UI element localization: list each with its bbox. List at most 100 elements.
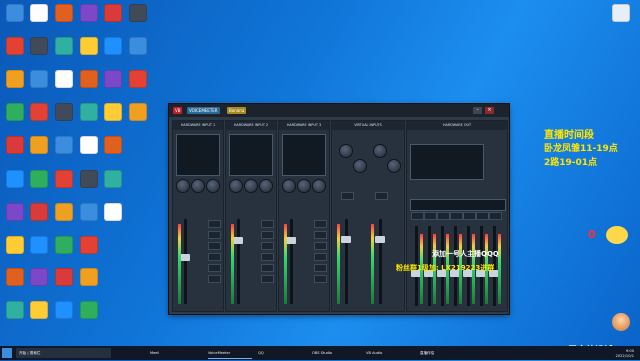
desktop-shortcut-icon[interactable] xyxy=(6,268,24,286)
search-box[interactable]: 开始 | 搜索栏 xyxy=(16,348,111,358)
desktop-shortcut-icon[interactable] xyxy=(129,70,147,88)
desktop-shortcut-icon[interactable] xyxy=(80,70,98,88)
bus-button[interactable] xyxy=(208,231,221,239)
bus-button[interactable] xyxy=(314,220,327,228)
volume-fader[interactable] xyxy=(375,236,385,243)
desktop-shortcut-icon[interactable] xyxy=(55,136,73,154)
desktop-shortcut-icon[interactable] xyxy=(30,170,48,188)
start-button[interactable] xyxy=(2,348,12,358)
comp-knob[interactable] xyxy=(191,179,205,193)
gain-knob[interactable] xyxy=(176,179,190,193)
master-bus-button[interactable] xyxy=(489,212,502,220)
taskbar-item-obs[interactable]: OBS Studio xyxy=(312,348,362,358)
taskbar-item-live[interactable]: 直播伴侣 xyxy=(420,348,470,358)
desktop-shortcut-icon[interactable] xyxy=(30,136,48,154)
desktop-shortcut-icon[interactable] xyxy=(129,103,147,121)
desktop-shortcut-icon[interactable] xyxy=(30,203,48,221)
desktop-shortcut-icon[interactable] xyxy=(6,37,24,55)
bus-button[interactable] xyxy=(208,264,221,272)
pan-knob[interactable] xyxy=(373,144,387,158)
desktop-shortcut-icon[interactable] xyxy=(80,268,98,286)
bus-button[interactable] xyxy=(208,253,221,261)
desktop-shortcut-icon[interactable] xyxy=(104,103,122,121)
eq-knob[interactable] xyxy=(387,159,401,173)
desktop-shortcut-icon[interactable] xyxy=(104,4,122,22)
bus-button[interactable] xyxy=(314,275,327,283)
bus-button[interactable] xyxy=(341,192,354,200)
eq-knob[interactable] xyxy=(353,159,367,173)
close-button[interactable]: × xyxy=(485,107,494,114)
desktop-shortcut-icon[interactable] xyxy=(30,103,48,121)
bus-button[interactable] xyxy=(208,275,221,283)
desktop-shortcut-icon[interactable] xyxy=(80,4,98,22)
bus-button[interactable] xyxy=(314,253,327,261)
minimize-button[interactable]: – xyxy=(473,107,482,114)
taskbar-item-voicemeeter[interactable]: VoiceMeeter xyxy=(208,348,252,359)
desktop-shortcut-icon[interactable] xyxy=(30,70,48,88)
desktop-shortcut-icon[interactable] xyxy=(6,103,24,121)
desktop-shortcut-icon[interactable] xyxy=(6,203,24,221)
desktop-shortcut-icon[interactable] xyxy=(80,37,98,55)
desktop-shortcut-icon[interactable] xyxy=(129,4,147,22)
master-bus-button[interactable] xyxy=(463,212,476,220)
gate-knob[interactable] xyxy=(206,179,220,193)
bus-button[interactable] xyxy=(261,242,274,250)
bus-button[interactable] xyxy=(261,264,274,272)
desktop-shortcut-icon[interactable] xyxy=(104,70,122,88)
taskbar-item-qq[interactable]: QQ xyxy=(258,348,308,358)
desktop-shortcut-icon[interactable] xyxy=(80,103,98,121)
pan-knob[interactable] xyxy=(339,144,353,158)
bus-button[interactable] xyxy=(314,242,327,250)
desktop-shortcut-icon[interactable] xyxy=(104,37,122,55)
bus-button[interactable] xyxy=(314,231,327,239)
taskbar-item-meet[interactable]: Meet xyxy=(150,348,184,358)
desktop-shortcut-icon[interactable] xyxy=(30,268,48,286)
bus-button[interactable] xyxy=(261,253,274,261)
desktop-shortcut-icon[interactable] xyxy=(55,103,73,121)
volume-fader[interactable] xyxy=(341,236,351,243)
gain-knob[interactable] xyxy=(282,179,296,193)
desktop-shortcut-icon[interactable] xyxy=(55,37,73,55)
volume-fader[interactable] xyxy=(180,254,190,261)
master-bus-button[interactable] xyxy=(437,212,450,220)
desktop-shortcut-icon[interactable] xyxy=(80,236,98,254)
bus-button[interactable] xyxy=(208,242,221,250)
desktop-shortcut-icon[interactable] xyxy=(104,203,122,221)
desktop-shortcut-icon[interactable] xyxy=(55,4,73,22)
bus-button[interactable] xyxy=(208,220,221,228)
gate-knob[interactable] xyxy=(259,179,273,193)
desktop-shortcut-icon[interactable] xyxy=(30,301,48,319)
gate-knob[interactable] xyxy=(312,179,326,193)
bus-button[interactable] xyxy=(375,192,388,200)
desktop-shortcut-icon[interactable] xyxy=(80,203,98,221)
volume-fader[interactable] xyxy=(286,237,296,244)
desktop-shortcut-icon[interactable] xyxy=(55,268,73,286)
desktop-shortcut-icon[interactable] xyxy=(6,170,24,188)
desktop-shortcut-icon[interactable] xyxy=(30,37,48,55)
comp-knob[interactable] xyxy=(297,179,311,193)
desktop-shortcut-icon[interactable] xyxy=(80,170,98,188)
desktop-shortcut-icon[interactable] xyxy=(80,301,98,319)
desktop-shortcut-icon[interactable] xyxy=(55,170,73,188)
desktop-shortcut-icon[interactable] xyxy=(55,203,73,221)
comp-knob[interactable] xyxy=(244,179,258,193)
master-bus-button[interactable] xyxy=(424,212,437,220)
voicemeeter-window[interactable]: VB VOICEMEETER Banana – × HARDWARE INPUT… xyxy=(169,104,509,314)
desktop-shortcut-icon[interactable] xyxy=(6,4,24,22)
taskbar[interactable]: 开始 | 搜索栏 Meet VoiceMeeter QQ OBS Studio … xyxy=(0,346,640,360)
desktop-shortcut-icon[interactable] xyxy=(30,236,48,254)
desktop-shortcut-icon[interactable] xyxy=(104,170,122,188)
recycle-bin-icon[interactable] xyxy=(612,4,630,22)
desktop-shortcut-icon[interactable] xyxy=(6,236,24,254)
master-bus-button[interactable] xyxy=(411,212,424,220)
volume-fader[interactable] xyxy=(233,237,243,244)
taskbar-item-vbaudio[interactable]: VB Audio xyxy=(366,348,416,358)
desktop-shortcut-icon[interactable] xyxy=(6,70,24,88)
bus-button[interactable] xyxy=(261,275,274,283)
desktop-shortcut-icon[interactable] xyxy=(30,4,48,22)
desktop-shortcut-icon[interactable] xyxy=(104,136,122,154)
mascot-icon[interactable] xyxy=(612,313,630,331)
mixer-titlebar[interactable]: VB VOICEMEETER Banana – × xyxy=(169,104,509,117)
desktop-shortcut-icon[interactable] xyxy=(55,301,73,319)
bus-button[interactable] xyxy=(314,264,327,272)
